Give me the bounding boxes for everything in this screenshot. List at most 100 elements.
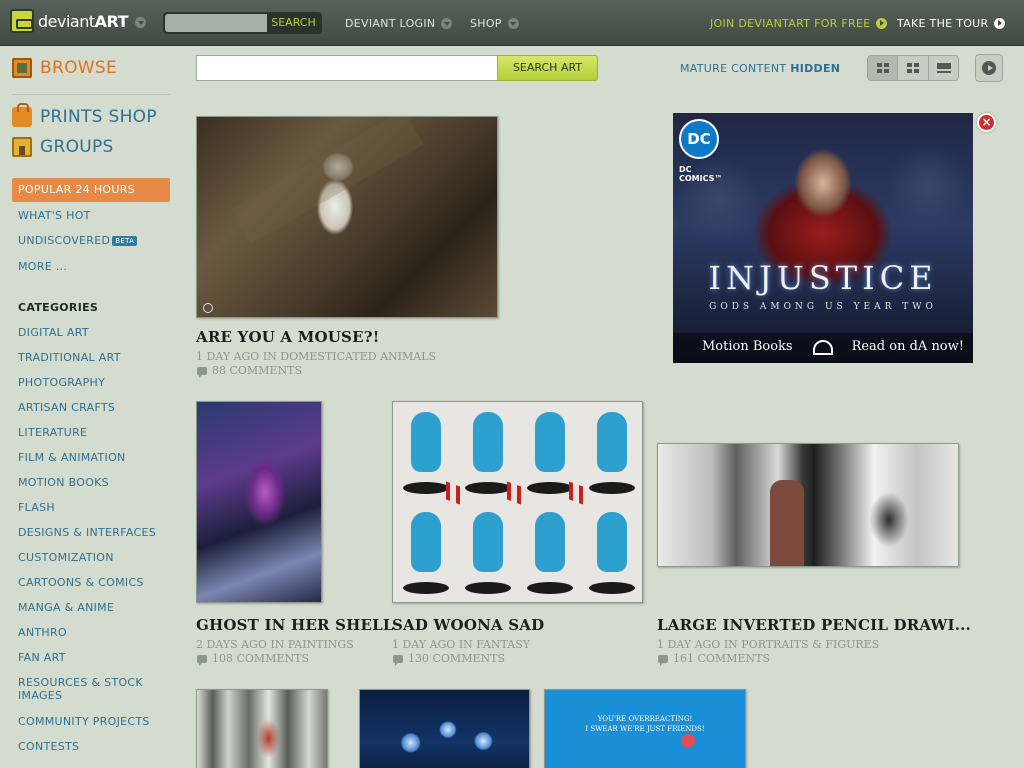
sidebar-more[interactable]: MORE ... xyxy=(18,260,67,273)
category-photography[interactable]: PHOTOGRAPHY xyxy=(18,376,168,389)
categories-heading: CATEGORIES xyxy=(18,301,99,314)
slideshow-play-button[interactable] xyxy=(975,54,1003,82)
view-large-grid-button[interactable] xyxy=(898,56,929,80)
category-literature[interactable]: LITERATURE xyxy=(18,426,168,439)
chevron-down-icon xyxy=(507,17,519,29)
mature-content-toggle[interactable]: MATURE CONTENT HIDDEN xyxy=(680,62,840,75)
dc-comics-label: DC COMICS™ xyxy=(679,165,723,183)
figure-image xyxy=(521,504,579,600)
comment-bubble-icon xyxy=(393,654,403,666)
dc-comics-logo: DC xyxy=(679,119,719,159)
deviation-comments[interactable]: 88 COMMENTS xyxy=(197,364,302,378)
ad-footer: Motion Books Read on dA now! xyxy=(673,333,973,363)
list-view-icon xyxy=(936,63,951,73)
sidebar-undiscovered[interactable]: UNDISCOVERED BETA xyxy=(18,234,138,247)
mature-content-value: HIDDEN xyxy=(790,62,841,75)
shop-label: SHOP xyxy=(470,17,502,30)
deviant-login-link[interactable]: DEVIANT LOGIN xyxy=(345,17,453,30)
category-resources-stock-images[interactable]: RESOURCES & STOCK IMAGES xyxy=(18,676,168,702)
deviation-meta: 1 DAY AGO IN PORTRAITS & FIGURES xyxy=(657,638,880,651)
thumbnail-overreacting-comic[interactable]: YOU'RE OVERREACTING! I SWEAR WE'RE JUST … xyxy=(544,689,746,768)
logo-text: deviantART xyxy=(38,11,129,31)
comic-caption-line-1: YOU'RE OVERREACTING! xyxy=(597,715,693,723)
deviation-meta: 2 DAYS AGO IN PAINTINGS xyxy=(196,638,354,651)
deviation-title[interactable]: GHOST IN HER SHELL xyxy=(196,616,394,634)
top-search-button[interactable]: SEARCH xyxy=(266,13,321,33)
thumbnail-are-you-a-mouse[interactable] xyxy=(196,116,498,318)
join-link[interactable]: JOIN DEVIANTART FOR FREE xyxy=(710,17,888,30)
art-search-input[interactable] xyxy=(196,55,498,81)
category-traditional-art[interactable]: TRADITIONAL ART xyxy=(18,351,168,364)
sidebar-prints-shop[interactable]: PRINTS SHOP xyxy=(12,103,157,127)
sidebar-whats-hot[interactable]: WHAT'S HOT xyxy=(18,209,91,222)
sidebar-popular-24-hours[interactable]: POPULAR 24 HOURS xyxy=(12,178,170,202)
deviation-comments[interactable]: 108 COMMENTS xyxy=(197,652,309,666)
small-grid-icon xyxy=(877,63,889,73)
deviation-title[interactable]: LARGE INVERTED PENCIL DRAWI... xyxy=(657,616,971,634)
category-community-projects[interactable]: COMMUNITY PROJECTS xyxy=(18,715,168,728)
category-motion-books[interactable]: MOTION BOOKS xyxy=(18,476,168,489)
category-digital-art[interactable]: DIGITAL ART xyxy=(18,326,168,339)
comment-bubble-icon xyxy=(197,366,207,378)
beta-badge: BETA xyxy=(112,236,138,246)
figure-image xyxy=(583,504,641,600)
chevron-down-icon xyxy=(441,17,453,29)
category-contests[interactable]: CONTESTS xyxy=(18,740,168,753)
arrow-right-icon xyxy=(876,17,888,29)
deviation-comments[interactable]: 130 COMMENTS xyxy=(393,652,505,666)
view-list-button[interactable] xyxy=(929,56,958,80)
category-designs-interfaces[interactable]: DESIGNS & INTERFACES xyxy=(18,526,168,539)
ad-left-text: Motion Books xyxy=(702,339,793,354)
corner-badge-icon xyxy=(203,303,213,313)
deviation-title[interactable]: SAD WOONA SAD xyxy=(392,616,544,634)
search-art-button[interactable]: SEARCH ART xyxy=(497,55,598,81)
thumbnail-ghost-in-her-shell[interactable] xyxy=(196,401,322,603)
comment-count: 161 COMMENTS xyxy=(673,652,770,665)
figure-image xyxy=(397,504,455,600)
category-cartoons-comics[interactable]: CARTOONS & COMICS xyxy=(18,576,168,589)
deviant-login-label: DEVIANT LOGIN xyxy=(345,17,436,30)
mature-content-label: MATURE CONTENT xyxy=(680,62,787,75)
top-bar: deviantART SEARCH DEVIANT LOGIN SHOP JOI… xyxy=(0,0,1024,46)
category-flash[interactable]: FLASH xyxy=(18,501,168,514)
shop-link[interactable]: SHOP xyxy=(470,17,519,30)
category-anthro[interactable]: ANTHRO xyxy=(18,626,168,639)
sidebar-undiscovered-label: UNDISCOVERED xyxy=(18,234,111,247)
category-customization[interactable]: CUSTOMIZATION xyxy=(18,551,168,564)
sidebar-prints-label: PRINTS SHOP xyxy=(40,107,157,127)
deviation-meta: 1 DAY AGO IN DOMESTICATED ANIMALS xyxy=(196,350,437,363)
sidebar-browse[interactable]: BROWSE xyxy=(12,58,117,78)
comic-caption-line-2: I SWEAR WE'RE JUST FRIENDS! xyxy=(585,725,705,733)
arrow-right-icon xyxy=(994,17,1006,29)
comment-count: 108 COMMENTS xyxy=(212,652,309,665)
close-ad-icon[interactable]: × xyxy=(977,113,996,132)
comic-character-image xyxy=(681,734,695,748)
large-grid-icon xyxy=(907,63,920,73)
comment-bubble-icon xyxy=(197,654,207,666)
category-manga-anime[interactable]: MANGA & ANIME xyxy=(18,601,168,614)
deviation-title[interactable]: ARE YOU A MOUSE?! xyxy=(196,328,380,346)
take-tour-link[interactable]: TAKE THE TOUR xyxy=(897,17,1006,30)
join-label: JOIN DEVIANTART FOR FREE xyxy=(710,17,871,30)
sidebar-browse-label: BROWSE xyxy=(40,58,117,78)
groups-house-icon xyxy=(12,137,32,157)
logo-dropdown-icon[interactable] xyxy=(135,17,146,28)
sidebar-groups[interactable]: GROUPS xyxy=(12,137,114,157)
deviation-meta: 1 DAY AGO IN FANTASY xyxy=(392,638,531,651)
shopping-bag-icon xyxy=(12,103,32,127)
thumbnail-sad-woona-sad[interactable] xyxy=(392,401,643,603)
deviation-comments[interactable]: 161 COMMENTS xyxy=(658,652,770,666)
deviantart-badge-icon xyxy=(10,9,34,33)
top-search-input[interactable] xyxy=(165,14,267,32)
category-fan-art[interactable]: FAN ART xyxy=(18,651,168,664)
take-tour-label: TAKE THE TOUR xyxy=(897,17,989,30)
thumbnail-forest-portrait[interactable] xyxy=(196,689,328,768)
advertisement-injustice[interactable]: DC DC COMICS™ INJUSTICE GODS AMONG US YE… xyxy=(673,113,973,363)
category-artisan-crafts[interactable]: ARTISAN CRAFTS xyxy=(18,401,168,414)
thumbnail-large-inverted-pencil-drawing[interactable] xyxy=(657,443,959,567)
deviantart-logo[interactable]: deviantART xyxy=(10,9,129,33)
category-film-animation[interactable]: FILM & ANIMATION xyxy=(18,451,168,464)
view-small-grid-button[interactable] xyxy=(868,56,899,80)
thumbnail-bubbles[interactable] xyxy=(359,689,530,768)
comment-count: 130 COMMENTS xyxy=(408,652,505,665)
